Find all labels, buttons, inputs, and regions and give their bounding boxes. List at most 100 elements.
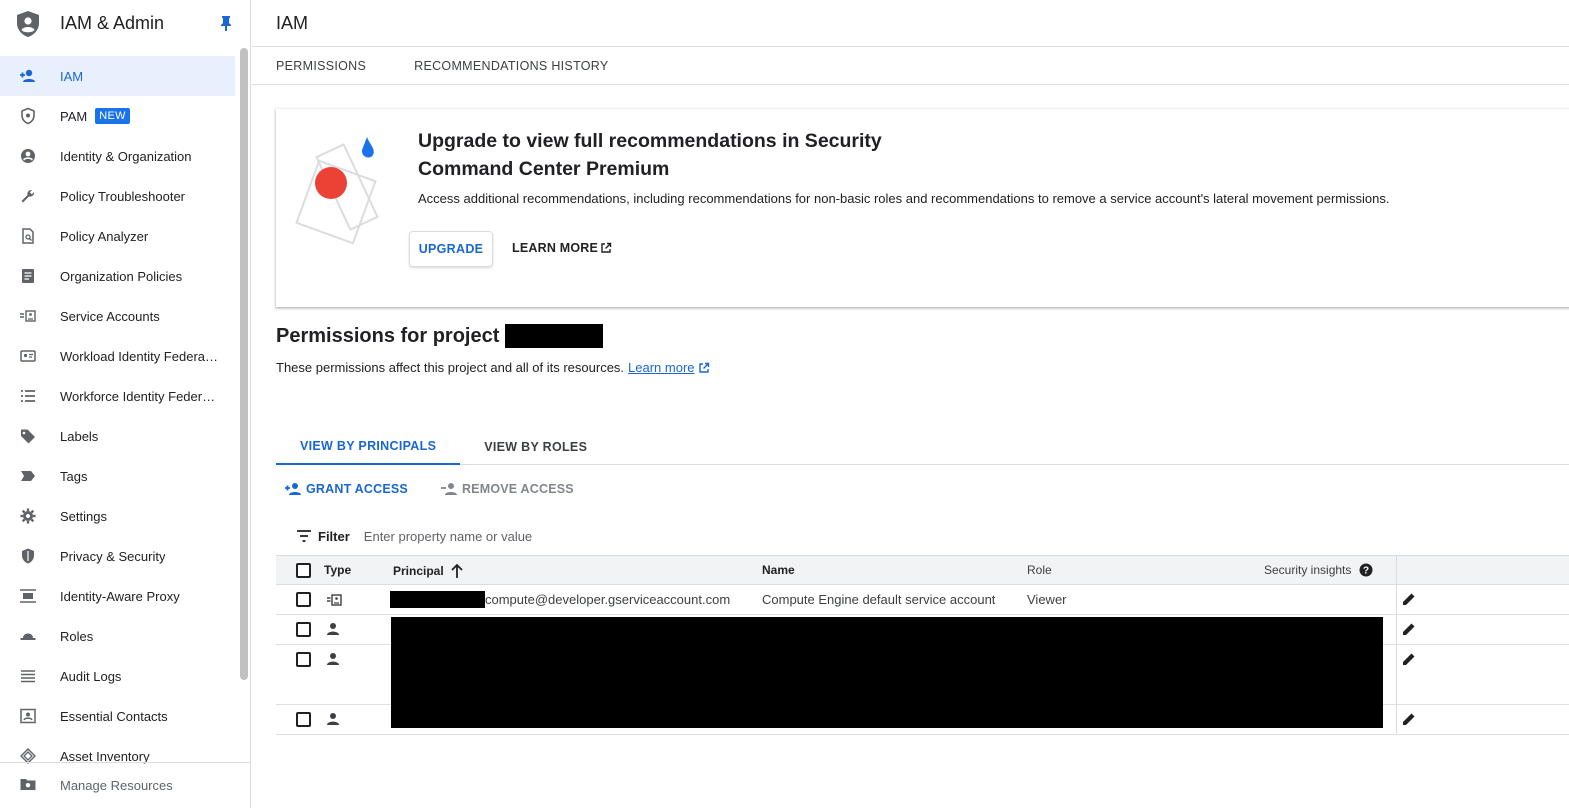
sidebar-item-roles[interactable]: Roles — [0, 616, 236, 656]
tag-icon — [19, 427, 37, 445]
help-icon[interactable]: ? — [1359, 563, 1373, 577]
document-search-icon — [19, 227, 37, 245]
edit-column — [1396, 615, 1420, 644]
sidebar-item-essential-contacts[interactable]: Essential Contacts — [0, 696, 236, 736]
column-name[interactable]: Name — [762, 563, 795, 577]
table-row: compute@developer.gserviceaccount.com Co… — [276, 585, 1569, 615]
sidebar-item-label: Roles — [60, 628, 94, 644]
column-security-insights[interactable]: Security insights ? — [1264, 563, 1373, 577]
manage-resources-link[interactable]: Manage Resources — [0, 762, 250, 808]
principal-role: Viewer — [1027, 592, 1067, 607]
filter-input[interactable] — [363, 528, 864, 544]
permissions-title: Permissions for project — [276, 324, 500, 347]
select-all-checkbox[interactable] — [296, 563, 311, 578]
permissions-heading: Permissions for project — [276, 324, 604, 348]
svg-text:?: ? — [1363, 566, 1369, 577]
permissions-description-text: These permissions affect this project an… — [276, 360, 625, 375]
sidebar-item-label: IAM — [60, 68, 84, 84]
sidebar-item-label: Labels — [60, 428, 99, 444]
column-separator — [1396, 556, 1397, 586]
promo-title: Upgrade to view full recommendations in … — [418, 130, 882, 180]
security-illustration-icon — [295, 137, 379, 245]
iam-shield-logo-icon — [17, 10, 39, 37]
page-title: IAM — [276, 12, 309, 33]
sidebar-item-identity-organization[interactable]: Identity & Organization — [0, 136, 236, 176]
grant-access-label: GRANT ACCESS — [306, 482, 408, 496]
edit-pencil-icon[interactable] — [1401, 591, 1417, 607]
sidebar-item-label: Identity-Aware Proxy — [60, 588, 180, 604]
sidebar-item-pam[interactable]: PAM NEW — [0, 96, 236, 136]
sidebar-item-audit-logs[interactable]: Audit Logs — [0, 656, 236, 696]
page-tabs: PERMISSIONS RECOMMENDATIONS HISTORY — [252, 47, 1569, 85]
view-tabs: VIEW BY PRINCIPALS VIEW BY ROLES — [276, 428, 1569, 465]
sidebar-item-settings[interactable]: Settings — [0, 496, 236, 536]
learn-more-button[interactable]: LEARN MORE — [512, 241, 612, 255]
filter-label: Filter — [318, 528, 350, 544]
sidebar-item-privacy-security[interactable]: Privacy & Security — [0, 536, 236, 576]
page-header: IAM — [252, 0, 1569, 47]
pin-icon[interactable] — [219, 15, 233, 31]
sidebar-item-labels[interactable]: Labels — [0, 416, 236, 456]
tab-recommendations-history[interactable]: RECOMMENDATIONS HISTORY — [414, 59, 608, 73]
edit-pencil-icon[interactable] — [1401, 711, 1417, 727]
principal-email: compute@developer.gserviceaccount.com — [485, 592, 731, 607]
id-card-icon — [19, 347, 37, 365]
gear-icon — [19, 507, 37, 525]
sidebar-item-workforce-identity-federation[interactable]: Workforce Identity Federa… — [0, 376, 236, 416]
sidebar-item-policy-analyzer[interactable]: Policy Analyzer — [0, 216, 236, 256]
filter-icon — [297, 530, 311, 542]
sidebar-item-label: Settings — [60, 508, 107, 524]
sidebar-scrollbar[interactable] — [240, 48, 248, 680]
sidebar-item-workload-identity-federation[interactable]: Workload Identity Federat… — [0, 336, 236, 376]
list-doc-icon — [19, 267, 37, 285]
folder-gear-icon — [19, 775, 37, 796]
edit-pencil-icon[interactable] — [1401, 621, 1417, 637]
sidebar-item-label: PAM — [60, 108, 88, 124]
edit-column — [1396, 645, 1420, 704]
sidebar-item-organization-policies[interactable]: Organization Policies — [0, 256, 236, 296]
person-icon — [327, 653, 339, 665]
column-principal-label: Principal — [393, 564, 444, 578]
grant-access-button[interactable]: GRANT ACCESS — [284, 481, 408, 497]
row-checkbox[interactable] — [296, 712, 311, 727]
shield-lock-icon — [19, 107, 37, 125]
remove-access-button[interactable]: REMOVE ACCESS — [440, 481, 574, 497]
sidebar-item-label: Workload Identity Federat… — [60, 348, 220, 364]
column-security-insights-label: Security insights — [1264, 563, 1352, 577]
sidebar-item-label: Organization Policies — [60, 268, 183, 284]
table-header: Type Principal Name Role Security insigh… — [276, 555, 1569, 586]
edit-pencil-icon[interactable] — [1401, 651, 1417, 667]
wrench-icon — [19, 187, 37, 205]
row-checkbox[interactable] — [296, 622, 311, 637]
tab-view-by-principals[interactable]: VIEW BY PRINCIPALS — [276, 428, 461, 465]
column-type[interactable]: Type — [324, 563, 351, 577]
row-checkbox[interactable] — [296, 592, 311, 607]
service-account-icon — [327, 594, 342, 606]
tab-permissions[interactable]: PERMISSIONS — [276, 59, 366, 73]
list-icon — [19, 387, 37, 405]
lines-icon — [19, 667, 37, 685]
row-checkbox[interactable] — [296, 652, 311, 667]
sidebar-item-label: Policy Troubleshooter — [60, 188, 186, 204]
person-remove-icon — [440, 483, 457, 495]
remove-access-label: REMOVE ACCESS — [461, 482, 574, 496]
column-principal[interactable]: Principal — [393, 563, 464, 579]
tab-view-by-roles[interactable]: VIEW BY ROLES — [460, 428, 611, 465]
edit-column — [1396, 585, 1420, 614]
sort-arrow-up-icon[interactable] — [450, 563, 464, 579]
sidebar-item-iam[interactable]: IAM — [0, 56, 235, 96]
sidebar-item-identity-aware-proxy[interactable]: Identity-Aware Proxy — [0, 576, 236, 616]
column-role[interactable]: Role — [1027, 563, 1052, 577]
promo-description: Access additional recommendations, inclu… — [418, 191, 1390, 206]
service-account-icon — [19, 307, 37, 325]
action-bar: GRANT ACCESS REMOVE ACCESS — [284, 481, 606, 497]
upgrade-button[interactable]: UPGRADE — [409, 231, 493, 267]
person-add-icon — [285, 483, 301, 495]
sidebar-item-policy-troubleshooter[interactable]: Policy Troubleshooter — [0, 176, 236, 216]
learn-more-link[interactable]: Learn more — [628, 360, 709, 375]
sidebar-item-label: Identity & Organization — [60, 148, 192, 164]
sidebar-item-service-accounts[interactable]: Service Accounts — [0, 296, 236, 336]
learn-more-link-label: Learn more — [628, 360, 695, 375]
sidebar-item-tags[interactable]: Tags — [0, 456, 236, 496]
upgrade-promo-card: Upgrade to view full recommendations in … — [276, 109, 1569, 307]
